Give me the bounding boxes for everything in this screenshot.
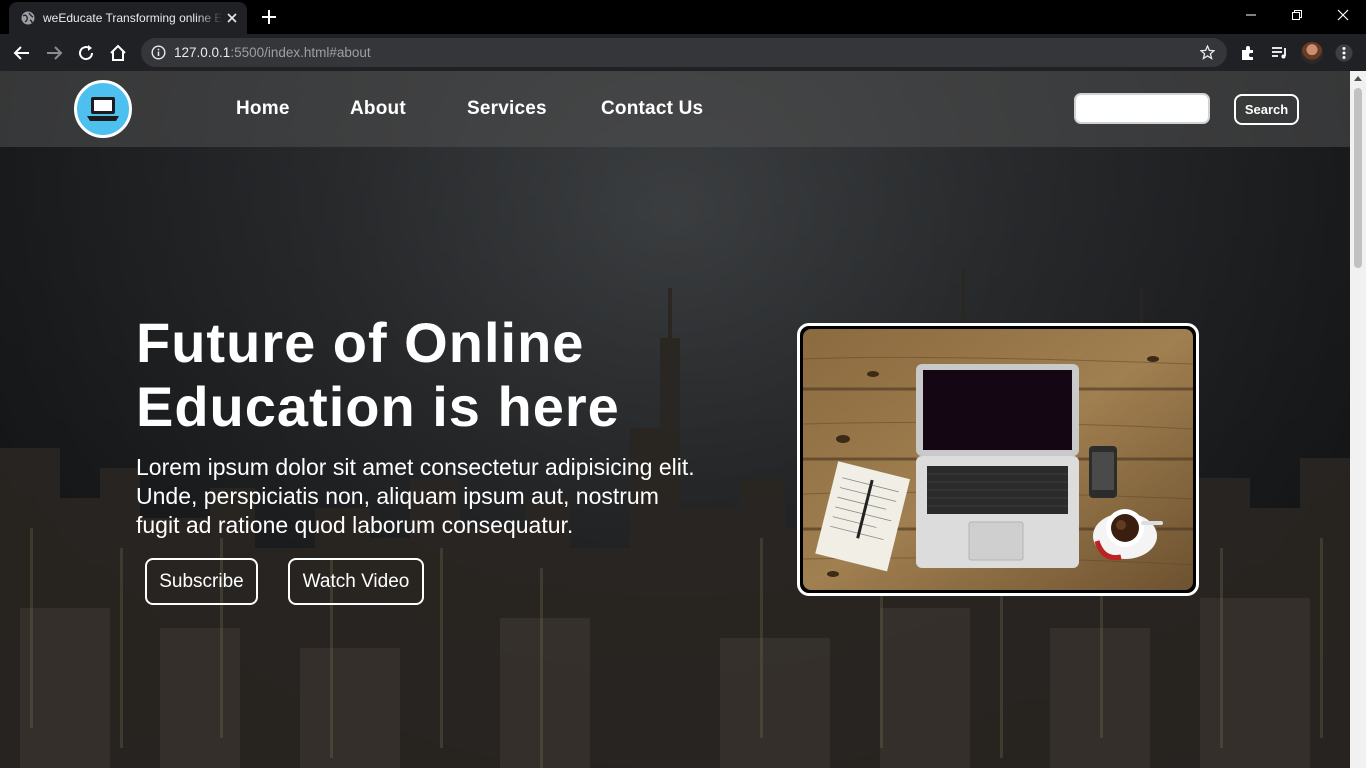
hero-paragraph-line3: fugit ad ratione quod laborum consequatu… <box>136 512 574 538</box>
hero-paragraph: Lorem ipsum dolor sit amet consectetur a… <box>136 453 786 540</box>
nav-contact-us[interactable]: Contact Us <box>601 98 703 120</box>
subscribe-button[interactable]: Subscribe <box>145 558 258 605</box>
reload-icon[interactable] <box>76 43 96 63</box>
watch-video-button[interactable]: Watch Video <box>288 558 424 605</box>
search-button[interactable]: Search <box>1234 94 1299 125</box>
hero-title: Future of Online Education is here <box>136 311 756 439</box>
close-icon[interactable] <box>225 11 239 25</box>
menu-icon[interactable] <box>1334 43 1354 63</box>
nav-about[interactable]: About <box>350 98 406 120</box>
plus-icon[interactable] <box>260 8 278 26</box>
browser-tab[interactable]: weEducate Transforming online Education <box>9 2 247 34</box>
search-input[interactable] <box>1074 93 1210 124</box>
home-icon[interactable] <box>108 43 128 63</box>
hero-paragraph-line1: Lorem ipsum dolor sit amet consectetur a… <box>136 454 695 480</box>
info-icon[interactable] <box>151 45 166 60</box>
profile-avatar[interactable] <box>1301 42 1323 64</box>
laptop-icon <box>87 97 119 121</box>
star-icon[interactable] <box>1200 45 1215 60</box>
minimize-icon[interactable] <box>1228 0 1274 30</box>
window-close-icon[interactable] <box>1320 0 1366 30</box>
back-icon[interactable] <box>12 43 32 63</box>
browser-titlebar: weEducate Transforming online Education <box>0 0 1366 34</box>
browser-toolbar: 127.0.0.1:5500/index.html#about <box>0 34 1366 71</box>
scrollbar-thumb[interactable] <box>1354 88 1362 268</box>
url-text: 127.0.0.1:5500/index.html#about <box>174 45 371 60</box>
site-logo[interactable] <box>74 80 132 138</box>
hero-title-line2: Education is here <box>136 375 620 438</box>
tab-title: weEducate Transforming online Education <box>43 11 223 25</box>
globe-icon <box>21 11 35 25</box>
hero-paragraph-line2: Unde, perspiciatis non, aliquam ipsum au… <box>136 483 659 509</box>
media-icon[interactable] <box>1270 43 1290 63</box>
url-path: :5500/index.html#about <box>230 45 371 60</box>
scroll-up-arrow[interactable] <box>1354 76 1362 81</box>
page-scrollbar[interactable] <box>1350 71 1366 768</box>
nav-services[interactable]: Services <box>467 98 547 120</box>
url-host: 127.0.0.1 <box>174 45 231 60</box>
forward-icon[interactable] <box>44 43 64 63</box>
hero-title-line1: Future of Online <box>136 311 585 374</box>
page-viewport: Home About Services Contact Us Search Fu… <box>0 71 1350 768</box>
hero-image <box>797 323 1199 596</box>
nav-home[interactable]: Home <box>236 98 290 120</box>
maximize-icon[interactable] <box>1274 0 1320 30</box>
site-navbar: Home About Services Contact Us Search <box>0 71 1350 147</box>
extensions-icon[interactable] <box>1238 43 1258 63</box>
address-bar[interactable]: 127.0.0.1:5500/index.html#about <box>141 38 1227 67</box>
laptop-desk-photo <box>803 329 1193 590</box>
